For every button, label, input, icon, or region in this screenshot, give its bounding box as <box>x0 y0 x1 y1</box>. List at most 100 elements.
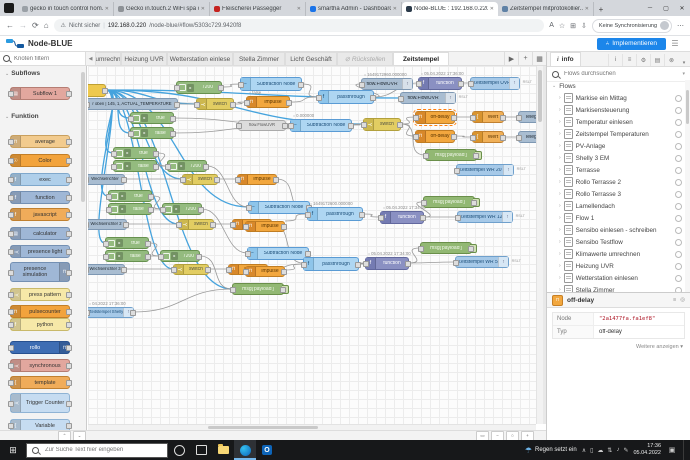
output-port[interactable] <box>280 286 286 293</box>
flow-node[interactable]: Zeitstempel WR 20 ↑ RSLT <box>454 164 526 176</box>
palette-node[interactable]: f function <box>8 191 72 204</box>
sync-button[interactable]: Keine Synchronisierung <box>591 18 672 33</box>
home-icon[interactable]: ⌂ <box>44 21 49 30</box>
output-port[interactable] <box>281 269 287 275</box>
node-info-actions[interactable]: ≡ ◎ <box>673 297 685 303</box>
flow-radio[interactable] <box>675 166 682 174</box>
input-port[interactable] <box>88 267 89 273</box>
flow-node[interactable]: ffunction05.04.2022 17:34:00 <box>363 252 411 270</box>
output-port[interactable] <box>145 240 151 247</box>
flow-node[interactable]: Yswitch <box>176 219 216 230</box>
input-port[interactable] <box>88 310 90 316</box>
palette-node[interactable]: ▤ Subflow 1 <box>8 87 72 100</box>
flow-radio[interactable] <box>675 190 682 198</box>
tree-flow-item[interactable]: › Klimawerte umrechnen <box>547 248 690 260</box>
tray-icon[interactable]: ⇅ <box>607 447 612 454</box>
flow-tab[interactable]: Wetterstation einlese <box>167 52 233 65</box>
output-port[interactable] <box>153 150 159 157</box>
tree-flow-item[interactable]: › Lamellendach <box>547 200 690 212</box>
flow-node[interactable]: Yswitch <box>180 174 220 185</box>
output-port[interactable] <box>121 177 127 183</box>
weather-widget[interactable]: ☂ Regen setzt ein <box>525 446 577 455</box>
flow-radio[interactable] <box>675 202 682 210</box>
flow-tab[interactable]: Stella Zimmer <box>233 52 285 65</box>
flow-radio[interactable] <box>675 214 682 222</box>
tabs-scroll-left[interactable]: ◀ <box>86 56 95 65</box>
input-port[interactable] <box>194 101 200 108</box>
tab-close-icon[interactable]: ✕ <box>490 6 494 12</box>
tray-icon[interactable]: ♪ <box>616 447 619 453</box>
palette-up-button[interactable]: ⌃ <box>58 430 71 441</box>
forward-icon[interactable]: → <box>19 21 27 30</box>
input-port[interactable] <box>359 81 365 88</box>
sidebar-tab-icon[interactable]: ▤ <box>650 54 664 66</box>
palette-node[interactable]: ☉ Color <box>8 154 72 167</box>
flow-radio[interactable] <box>675 226 682 234</box>
flow-node[interactable]: Wechselrichter 3 <box>88 264 127 275</box>
palette-node[interactable]: ⊓ rollo <box>8 341 72 354</box>
output-port[interactable] <box>348 123 354 129</box>
flow-node[interactable]: ⊓ off-delay <box>413 130 457 143</box>
flow-node[interactable]: flow.FlowUVR <box>236 120 288 131</box>
sidebar-tab-icon[interactable]: ⊗ <box>664 54 678 66</box>
flow-node[interactable]: ▸ false <box>128 127 176 139</box>
tree-flow-item[interactable]: › Sensibo einlesen - schreiben <box>547 224 690 236</box>
input-port[interactable] <box>455 214 461 221</box>
output-port[interactable] <box>420 215 426 221</box>
input-port[interactable] <box>106 193 112 200</box>
input-port[interactable] <box>413 115 419 121</box>
flow-node[interactable]: ▸ true <box>128 112 176 124</box>
flow-node[interactable]: Telegra <box>516 111 536 123</box>
flow-radio[interactable] <box>675 250 682 258</box>
flow-node[interactable]: {Wert <box>470 131 506 143</box>
output-port[interactable] <box>174 101 180 108</box>
flow-node[interactable]: ▸ 7200 <box>174 81 224 94</box>
input-port[interactable] <box>230 222 236 228</box>
tree-flow-item[interactable]: › Sensibo Testflow <box>547 236 690 248</box>
palette-node[interactable]: Ysynchronous <box>8 359 72 372</box>
input-port[interactable] <box>453 259 459 266</box>
output-port[interactable] <box>145 253 151 260</box>
output-port[interactable] <box>205 267 211 273</box>
input-port[interactable] <box>88 222 89 228</box>
palette-down-button[interactable]: ⌄ <box>73 430 86 441</box>
input-port[interactable] <box>238 81 244 88</box>
input-port[interactable] <box>470 134 476 141</box>
output-port[interactable] <box>471 199 477 206</box>
tab-info[interactable]: i info <box>550 52 581 66</box>
flow-radio[interactable] <box>675 118 682 126</box>
palette-node[interactable]: ⊓ pulsecounter <box>8 305 72 318</box>
browser-tab[interactable]: Gecko in.touch.2 WiFi spa co...✕ <box>114 2 210 16</box>
flow-node[interactable]: Zeitstempel UVR ↑ RSLT <box>468 77 532 90</box>
flow-radio[interactable] <box>675 262 682 270</box>
browser-tab[interactable]: Fleischerei Passegger ✕ <box>210 2 306 16</box>
output-port[interactable] <box>170 130 176 137</box>
flow-radio[interactable] <box>675 94 682 102</box>
output-port[interactable] <box>148 193 154 200</box>
tree-flow-item[interactable]: › Rollo Terrasse 2 <box>547 176 690 188</box>
tree-flow-item[interactable]: › Heizung UVR <box>547 260 690 272</box>
input-port[interactable] <box>160 206 166 213</box>
palette-node[interactable]: {Variable <box>8 419 72 430</box>
input-port[interactable] <box>106 206 112 213</box>
tree-flow-item[interactable]: › Terrasse <box>547 164 690 176</box>
input-port[interactable] <box>413 134 419 140</box>
output-port[interactable] <box>397 122 403 128</box>
flow-list-button[interactable]: ▦ <box>532 52 546 65</box>
flow-node[interactable]: ▸ false <box>106 203 154 215</box>
input-port[interactable] <box>468 81 474 87</box>
flow-node[interactable]: ⊓impulse <box>243 266 287 277</box>
add-flow-button[interactable]: + <box>518 52 532 65</box>
input-port[interactable] <box>128 130 134 137</box>
tree-flow-item[interactable]: › Wetterstation einlesen <box>547 272 690 284</box>
flow-node[interactable]: ▸ 7200 <box>158 250 202 262</box>
output-port[interactable] <box>230 101 236 108</box>
input-port[interactable] <box>378 215 384 221</box>
output-port[interactable] <box>196 253 202 260</box>
tree-scrollbar[interactable] <box>685 80 690 292</box>
output-port[interactable] <box>500 114 506 121</box>
tree-flow-item[interactable]: › PV-Anlage <box>547 140 690 152</box>
input-port[interactable] <box>470 114 476 121</box>
flow-node[interactable]: Yswitch <box>171 264 211 275</box>
flow-radio[interactable] <box>675 106 682 114</box>
